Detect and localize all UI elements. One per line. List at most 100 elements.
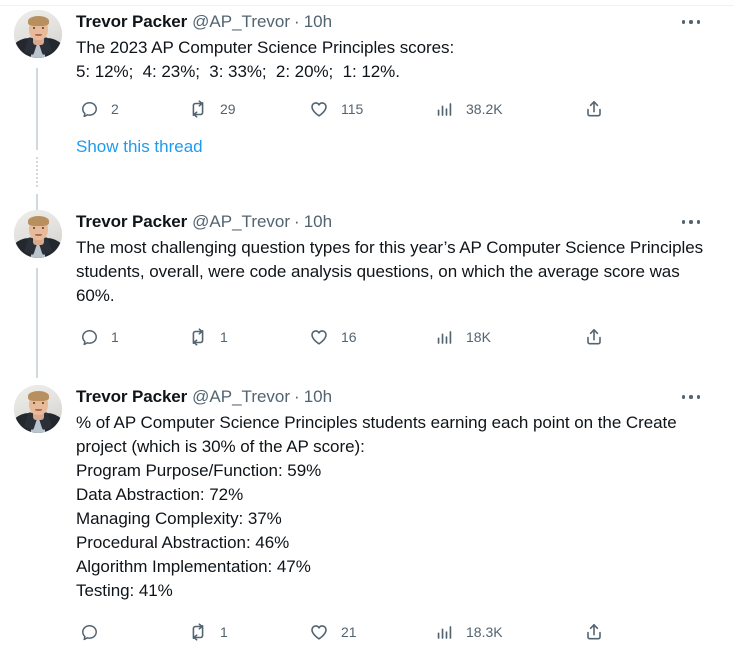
views-button[interactable]: 18K	[435, 324, 491, 350]
like-count: 16	[341, 329, 357, 345]
tweet-text: The most challenging question types for …	[76, 238, 708, 305]
like-count: 115	[341, 101, 364, 117]
share-button[interactable]	[584, 96, 604, 122]
view-count: 18.3K	[466, 624, 503, 640]
more-dot	[696, 220, 701, 224]
reply-button[interactable]: 1	[80, 324, 119, 350]
twitter-thread-view: Trevor Packer @AP_Trevor · 10h The 2023 AP …	[0, 0, 734, 664]
tweet-actions-3: 1 21 18.3K	[76, 619, 716, 645]
more-dot	[681, 20, 686, 24]
views-bar-chart-icon	[435, 328, 454, 347]
avatar-column-2	[14, 210, 62, 258]
avatar-hair	[28, 391, 49, 401]
author-display-name[interactable]: Trevor Packer	[76, 212, 187, 231]
tweet-text: The 2023 AP Computer Science Principles …	[76, 38, 455, 81]
share-icon	[584, 99, 604, 119]
avatar-column-3	[14, 385, 62, 433]
author-display-name[interactable]: Trevor Packer	[76, 12, 187, 31]
tweet-body-2: Trevor Packer @AP_Trevor · 10h The most cha…	[76, 210, 716, 350]
views-button[interactable]: 18.3K	[435, 619, 503, 645]
like-heart-icon	[309, 99, 329, 119]
retweet-button[interactable]: 1	[188, 324, 228, 350]
header-separator: ·	[294, 212, 300, 231]
tweet-header-1: Trevor Packer @AP_Trevor · 10h	[76, 10, 716, 34]
avatar-column-1	[14, 10, 62, 58]
author-handle[interactable]: @AP_Trevor	[192, 387, 290, 406]
like-heart-icon	[309, 622, 329, 642]
tweet-body-1: Trevor Packer @AP_Trevor · 10h The 2023 AP …	[76, 10, 716, 158]
retweet-count: 1	[220, 624, 228, 640]
avatar-mouth	[35, 409, 42, 411]
author-display-name[interactable]: Trevor Packer	[76, 387, 187, 406]
views-bar-chart-icon	[435, 100, 454, 119]
avatar-hair	[28, 16, 49, 26]
header-separator: ·	[294, 12, 300, 31]
more-options-icon[interactable]	[676, 11, 706, 33]
tweet-header-3: Trevor Packer @AP_Trevor · 10h	[76, 385, 716, 409]
avatar-eye-left	[33, 402, 35, 404]
retweet-button[interactable]: 1	[188, 619, 228, 645]
more-dot	[681, 220, 686, 224]
tweet-header-2: Trevor Packer @AP_Trevor · 10h	[76, 210, 716, 234]
share-icon	[584, 622, 604, 642]
avatar-hair	[28, 216, 49, 226]
top-divider	[0, 5, 734, 6]
retweet-count: 1	[220, 329, 228, 345]
avatar-eye-left	[33, 227, 35, 229]
header-separator: ·	[294, 387, 300, 406]
like-button[interactable]: 115	[309, 96, 363, 122]
share-button[interactable]	[584, 324, 604, 350]
view-count: 38.2K	[466, 101, 503, 117]
more-dot	[696, 20, 701, 24]
reply-count: 1	[111, 329, 119, 345]
reply-button[interactable]: 2	[80, 96, 119, 122]
retweet-icon	[188, 99, 208, 119]
tweet-timestamp[interactable]: 10h	[304, 12, 332, 31]
avatar[interactable]	[14, 385, 62, 433]
avatar-eye-right	[42, 402, 44, 404]
avatar[interactable]	[14, 10, 62, 58]
avatar-eye-left	[33, 27, 35, 29]
reply-button[interactable]	[80, 619, 111, 645]
avatar-eye-right	[42, 27, 44, 29]
reply-icon	[80, 328, 99, 347]
view-count: 18K	[466, 329, 491, 345]
more-dot	[681, 395, 686, 399]
views-bar-chart-icon	[435, 623, 454, 642]
tweet-text: % of AP Computer Science Principles stud…	[76, 413, 677, 600]
thread-connector-dotted	[36, 157, 38, 187]
retweet-button[interactable]: 29	[188, 96, 236, 122]
more-options-icon[interactable]	[676, 211, 706, 233]
author-handle[interactable]: @AP_Trevor	[192, 12, 290, 31]
retweet-icon	[188, 327, 208, 347]
avatar-mouth	[35, 34, 42, 36]
retweet-count: 29	[220, 101, 236, 117]
reply-icon	[80, 623, 99, 642]
tweet-timestamp[interactable]: 10h	[304, 387, 332, 406]
more-dot	[696, 395, 701, 399]
reply-icon	[80, 100, 99, 119]
views-button[interactable]: 38.2K	[435, 96, 503, 122]
thread-connector-solid-2	[36, 268, 38, 378]
tweet-actions-2: 1 1 16 18K	[76, 324, 716, 350]
avatar-mouth	[35, 234, 42, 236]
more-options-icon[interactable]	[676, 386, 706, 408]
like-button[interactable]: 16	[309, 324, 357, 350]
reply-count: 2	[111, 101, 119, 117]
more-dot	[689, 20, 693, 24]
like-heart-icon	[309, 327, 329, 347]
more-dot	[689, 220, 693, 224]
more-dot	[689, 395, 693, 399]
share-button[interactable]	[584, 619, 604, 645]
like-count: 21	[341, 624, 357, 640]
avatar[interactable]	[14, 210, 62, 258]
show-this-thread-link[interactable]: Show this thread	[76, 136, 716, 158]
avatar-eye-right	[42, 227, 44, 229]
tweet-timestamp[interactable]: 10h	[304, 212, 332, 231]
tweet-actions-1: 2 29 115 38.2K	[76, 96, 716, 122]
like-button[interactable]: 21	[309, 619, 357, 645]
share-icon	[584, 327, 604, 347]
tweet-body-3: Trevor Packer @AP_Trevor · 10h % of AP Comp…	[76, 385, 716, 645]
author-handle[interactable]: @AP_Trevor	[192, 212, 290, 231]
thread-connector-solid-top	[36, 68, 38, 150]
